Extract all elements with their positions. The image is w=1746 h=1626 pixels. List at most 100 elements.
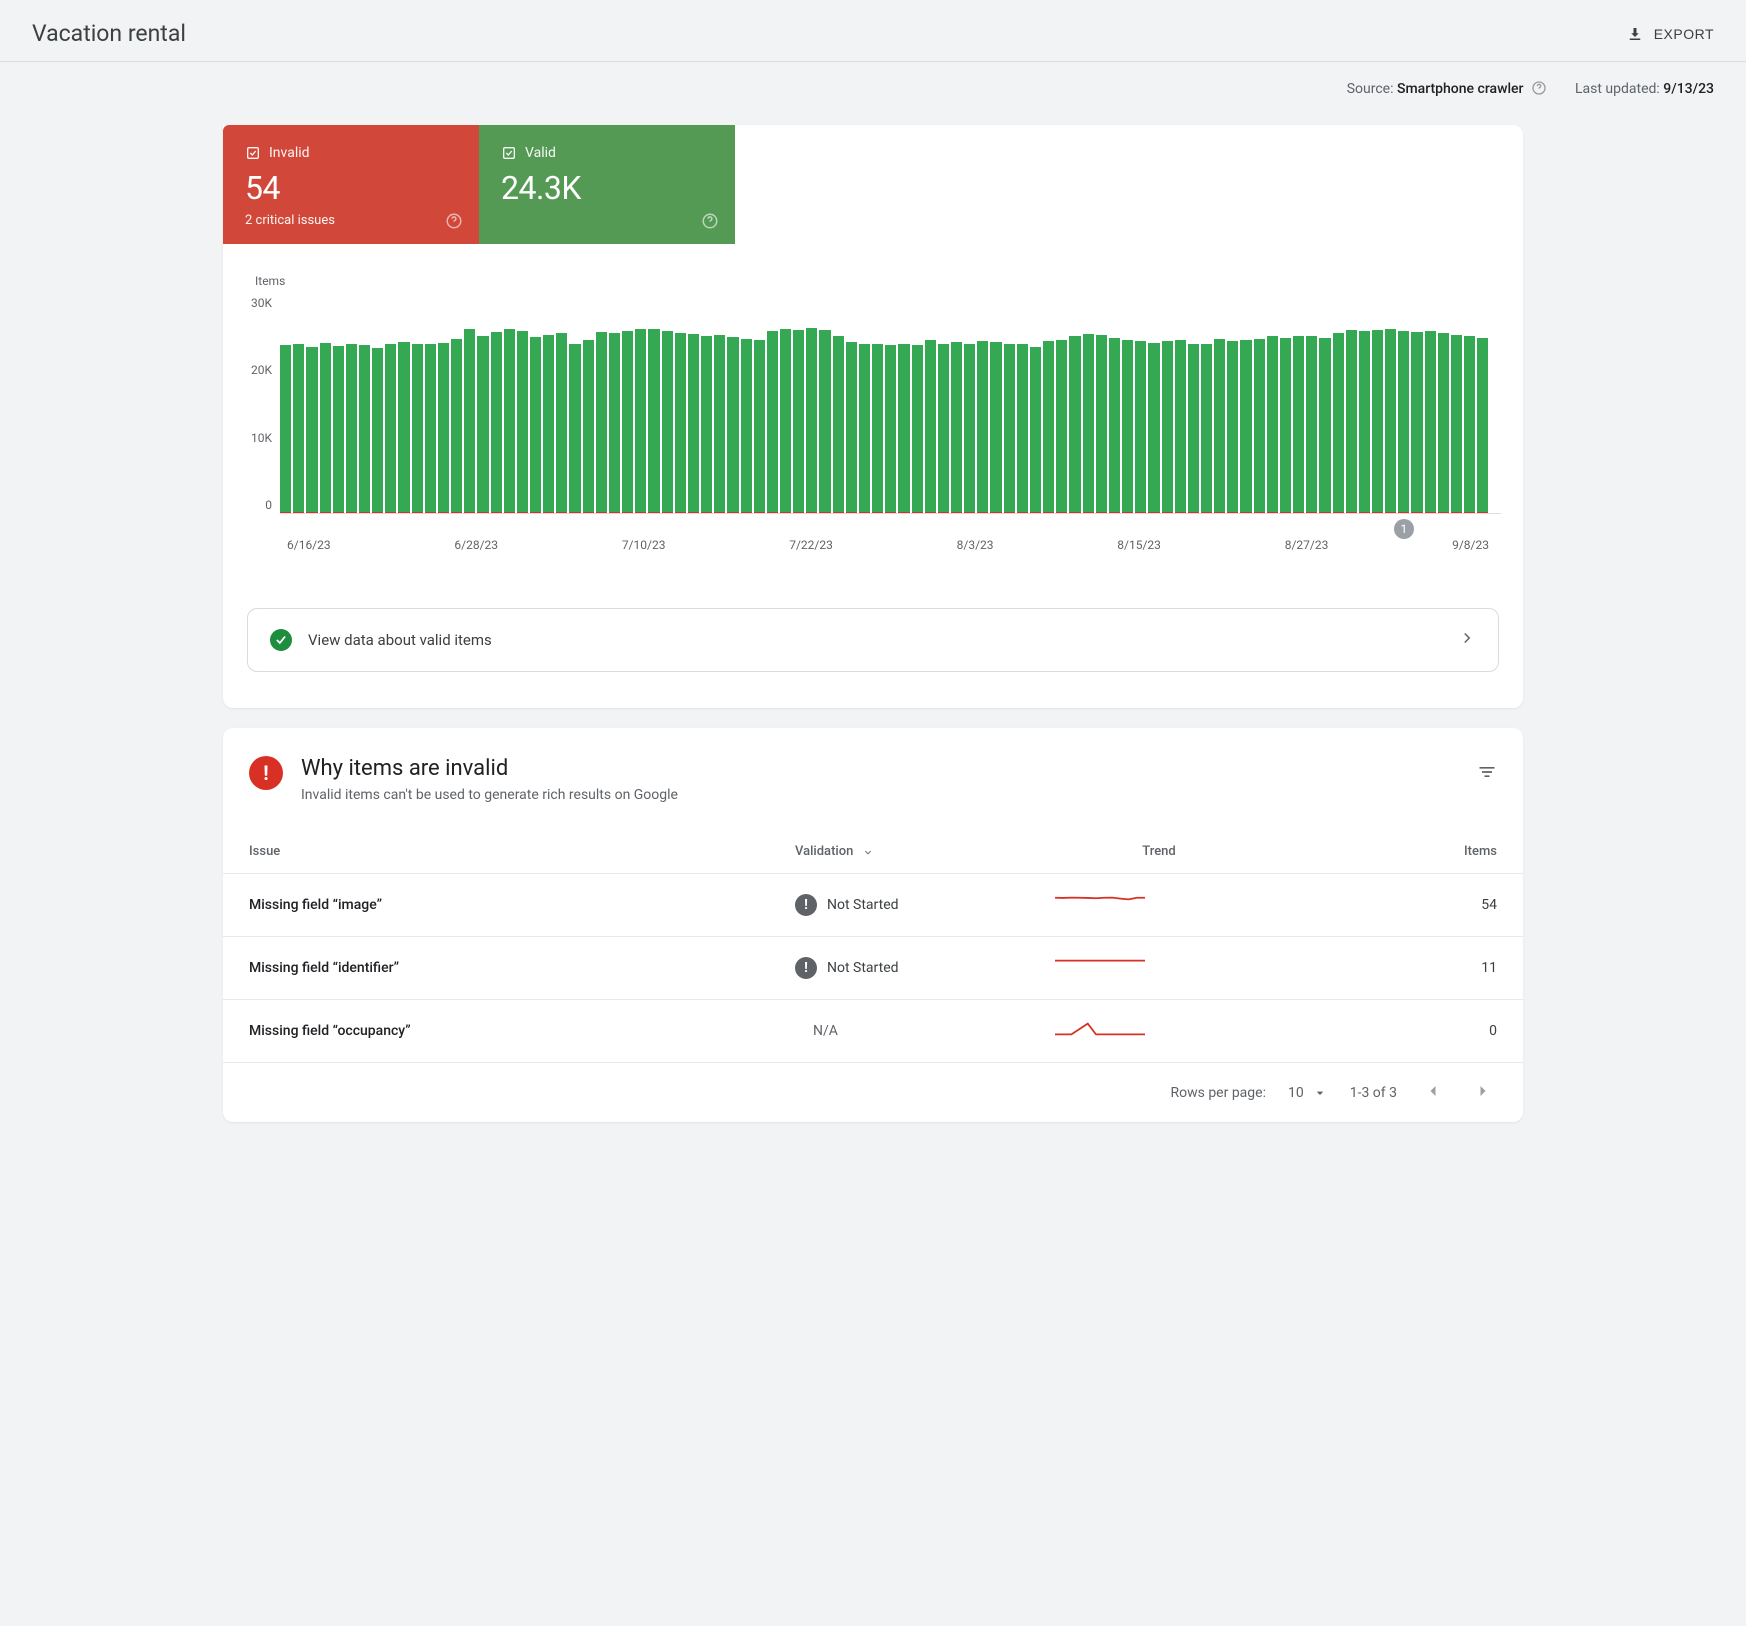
chart-bar[interactable] bbox=[1451, 335, 1462, 513]
chart-bar[interactable] bbox=[1385, 329, 1396, 513]
chart-bar[interactable] bbox=[727, 337, 738, 513]
chart-bar[interactable] bbox=[1372, 330, 1383, 513]
chart-bar[interactable] bbox=[320, 343, 331, 513]
chart-bar[interactable] bbox=[293, 344, 304, 513]
chart-bar[interactable] bbox=[912, 345, 923, 513]
invalid-tile[interactable]: Invalid 54 2 critical issues bbox=[223, 125, 479, 244]
chart-bar[interactable] bbox=[1175, 340, 1186, 513]
view-valid-items-button[interactable]: View data about valid items bbox=[247, 608, 1499, 672]
table-row[interactable]: Missing field “identifier”!Not Started11 bbox=[223, 937, 1523, 1000]
chart-bar[interactable] bbox=[1293, 336, 1304, 513]
chart-bar[interactable] bbox=[1214, 339, 1225, 513]
chart-bar[interactable] bbox=[741, 339, 752, 513]
next-page-button[interactable] bbox=[1469, 1077, 1497, 1108]
chart-bar[interactable] bbox=[648, 329, 659, 513]
chart-bar[interactable] bbox=[412, 344, 423, 513]
help-icon[interactable] bbox=[701, 212, 719, 230]
chart-bar[interactable] bbox=[543, 335, 554, 513]
chart-bar[interactable] bbox=[635, 329, 646, 513]
chart-bar[interactable] bbox=[859, 344, 870, 513]
col-issue[interactable]: Issue bbox=[223, 829, 769, 874]
chart-bar[interactable] bbox=[1306, 336, 1317, 513]
chart-bar[interactable] bbox=[1280, 338, 1291, 513]
export-button[interactable]: EXPORT bbox=[1626, 25, 1714, 43]
chart-bar[interactable] bbox=[1188, 344, 1199, 513]
chart-bar[interactable] bbox=[451, 339, 462, 513]
chart-bar[interactable] bbox=[1083, 334, 1094, 513]
chart-bar[interactable] bbox=[1109, 338, 1120, 513]
chart-bar[interactable]: 1 bbox=[1398, 331, 1409, 514]
chart-bar[interactable] bbox=[569, 344, 580, 513]
chart-bar[interactable] bbox=[1122, 340, 1133, 513]
chart-bar[interactable] bbox=[596, 332, 607, 513]
chart-bar[interactable] bbox=[1240, 340, 1251, 513]
table-row[interactable]: Missing field “occupancy”N/A0 bbox=[223, 1000, 1523, 1063]
chart-bar[interactable] bbox=[806, 328, 817, 513]
chart-bar[interactable] bbox=[583, 340, 594, 513]
chart-bar[interactable] bbox=[1096, 335, 1107, 513]
chart-bar[interactable] bbox=[951, 342, 962, 513]
chart-bar[interactable] bbox=[1477, 338, 1488, 513]
chart-bar[interactable] bbox=[1425, 331, 1436, 513]
chart-bar[interactable] bbox=[977, 341, 988, 513]
chart-bar[interactable] bbox=[662, 331, 673, 513]
chart-bar[interactable] bbox=[1004, 344, 1015, 513]
col-items[interactable]: Items bbox=[1289, 829, 1523, 874]
chart-bar[interactable] bbox=[1135, 341, 1146, 513]
col-validation[interactable]: Validation bbox=[769, 829, 1029, 874]
chart-bar[interactable] bbox=[833, 336, 844, 513]
col-trend[interactable]: Trend bbox=[1029, 829, 1289, 874]
chart-bar[interactable] bbox=[819, 330, 830, 513]
chart-bar[interactable] bbox=[504, 329, 515, 513]
chart-bar[interactable] bbox=[675, 333, 686, 513]
chart-bar[interactable] bbox=[385, 344, 396, 513]
filter-button[interactable] bbox=[1477, 756, 1497, 786]
chart-bar[interactable] bbox=[1069, 336, 1080, 513]
chart-bar[interactable] bbox=[1254, 339, 1265, 513]
table-row[interactable]: Missing field “image”!Not Started54 bbox=[223, 874, 1523, 937]
chart-bar[interactable] bbox=[530, 337, 541, 513]
chart-bar[interactable] bbox=[438, 343, 449, 513]
chart-bar[interactable] bbox=[609, 333, 620, 513]
chart-bar[interactable] bbox=[464, 329, 475, 513]
chart-bar[interactable] bbox=[1043, 341, 1054, 513]
chart-bar[interactable] bbox=[872, 344, 883, 513]
chart-bar[interactable] bbox=[1464, 336, 1475, 513]
chart-bar[interactable] bbox=[754, 340, 765, 513]
chart-bar[interactable] bbox=[517, 331, 528, 513]
chart-bar[interactable] bbox=[1148, 343, 1159, 513]
chart-bar[interactable] bbox=[1162, 341, 1173, 513]
chart-bar[interactable] bbox=[793, 330, 804, 513]
help-icon[interactable] bbox=[1531, 80, 1547, 96]
chart-bar[interactable] bbox=[780, 329, 791, 513]
chart-bar[interactable] bbox=[767, 331, 778, 513]
chart-bar[interactable] bbox=[990, 342, 1001, 513]
chart-bar[interactable] bbox=[925, 340, 936, 513]
chart-bar[interactable] bbox=[306, 347, 317, 513]
chart-bar[interactable] bbox=[556, 333, 567, 513]
chart-bar[interactable] bbox=[1030, 347, 1041, 513]
chart-bar[interactable] bbox=[425, 344, 436, 513]
chart-bar[interactable] bbox=[1267, 336, 1278, 513]
chart-bar[interactable] bbox=[1346, 330, 1357, 513]
valid-tile[interactable]: Valid 24.3K bbox=[479, 125, 735, 244]
chart-bar[interactable] bbox=[398, 342, 409, 513]
chart-bar[interactable] bbox=[938, 344, 949, 513]
chart-bar[interactable] bbox=[1319, 338, 1330, 513]
chart-bar[interactable] bbox=[491, 332, 502, 513]
chart-bar[interactable] bbox=[714, 335, 725, 513]
chart-bar[interactable] bbox=[898, 344, 909, 513]
chart-bar[interactable] bbox=[477, 336, 488, 513]
rows-per-page-select[interactable]: 10 bbox=[1288, 1085, 1328, 1101]
chart-bar[interactable] bbox=[1017, 344, 1028, 513]
help-icon[interactable] bbox=[445, 212, 463, 230]
chart-bar[interactable] bbox=[688, 334, 699, 513]
prev-page-button[interactable] bbox=[1419, 1077, 1447, 1108]
chart-bar[interactable] bbox=[359, 345, 370, 513]
chart-bar[interactable] bbox=[280, 345, 291, 513]
chart-bar[interactable] bbox=[1227, 341, 1238, 513]
chart-bar[interactable] bbox=[1359, 331, 1370, 514]
chart-bar[interactable] bbox=[372, 348, 383, 513]
chart-plot[interactable]: 1 bbox=[280, 294, 1501, 514]
chart-annotation[interactable]: 1 bbox=[1394, 519, 1414, 539]
